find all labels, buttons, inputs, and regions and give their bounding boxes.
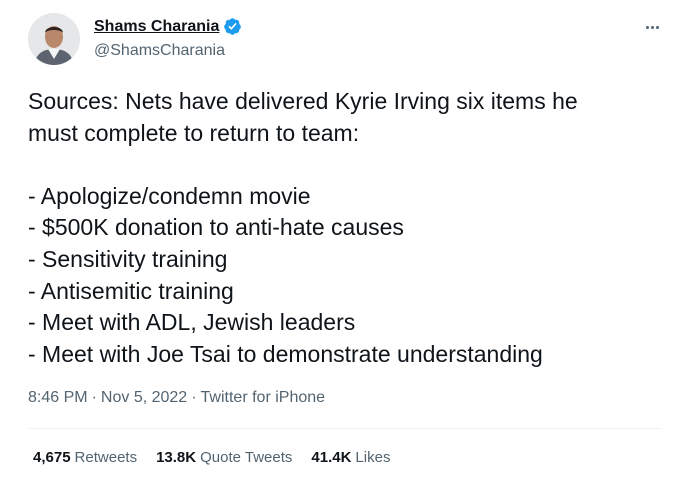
tweet-card: Shams Charania @ShamsCharania Sources: N… <box>0 0 688 482</box>
quote-tweets-stat[interactable]: 13.8K Quote Tweets <box>156 449 292 466</box>
retweets-count: 4,675 <box>33 449 71 466</box>
meta-separator: · <box>191 389 197 406</box>
quote-tweets-label: Quote Tweets <box>200 449 293 466</box>
author-display-name[interactable]: Shams Charania <box>94 18 219 36</box>
likes-count: 41.4K <box>311 449 352 466</box>
avatar-image <box>28 13 80 65</box>
tweet-text-line: - Apologize/condemn movie <box>28 182 311 209</box>
likes-label: Likes <box>355 449 391 466</box>
avatar[interactable] <box>28 13 80 65</box>
tweet-text-line <box>28 149 668 181</box>
meta-separator: · <box>91 389 97 406</box>
retweets-label: Retweets <box>74 449 138 466</box>
tweet-text: Sources: Nets have delivered Kyrie Irvin… <box>28 86 668 370</box>
tweet-text-line: - Meet with Joe Tsai to demonstrate unde… <box>28 340 543 367</box>
tweet-text-line: - Antisemitic training <box>28 277 234 304</box>
author-name-row: Shams Charania <box>94 17 242 36</box>
tweet-date[interactable]: Nov 5, 2022 <box>101 389 187 407</box>
author-handle[interactable]: @ShamsCharania <box>94 42 225 60</box>
tweet-source[interactable]: Twitter for iPhone <box>201 389 326 407</box>
tweet-text-line: - Sensitivity training <box>28 245 228 272</box>
more-options-icon[interactable] <box>641 18 663 36</box>
verified-badge-icon <box>223 17 242 36</box>
retweets-stat[interactable]: 4,675 Retweets <box>33 449 137 466</box>
tweet-text-line: Sources: Nets have delivered Kyrie Irvin… <box>28 88 578 114</box>
quote-tweets-count: 13.8K <box>156 449 197 466</box>
tweet-text-line: - $500K donation to anti-hate causes <box>28 214 404 241</box>
tweet-timestamp[interactable]: 8:46 PM <box>28 389 88 407</box>
divider <box>28 428 662 429</box>
engagement-stats: 4,675 Retweets 13.8K Quote Tweets 41.4K … <box>33 449 390 466</box>
tweet-text-line: - Meet with ADL, Jewish leaders <box>28 309 356 336</box>
tweet-text-line: must complete to return to team: <box>28 119 360 146</box>
tweet-metadata: 8:46 PM · Nov 5, 2022 · Twitter for iPho… <box>28 389 325 407</box>
likes-stat[interactable]: 41.4K Likes <box>311 449 390 466</box>
